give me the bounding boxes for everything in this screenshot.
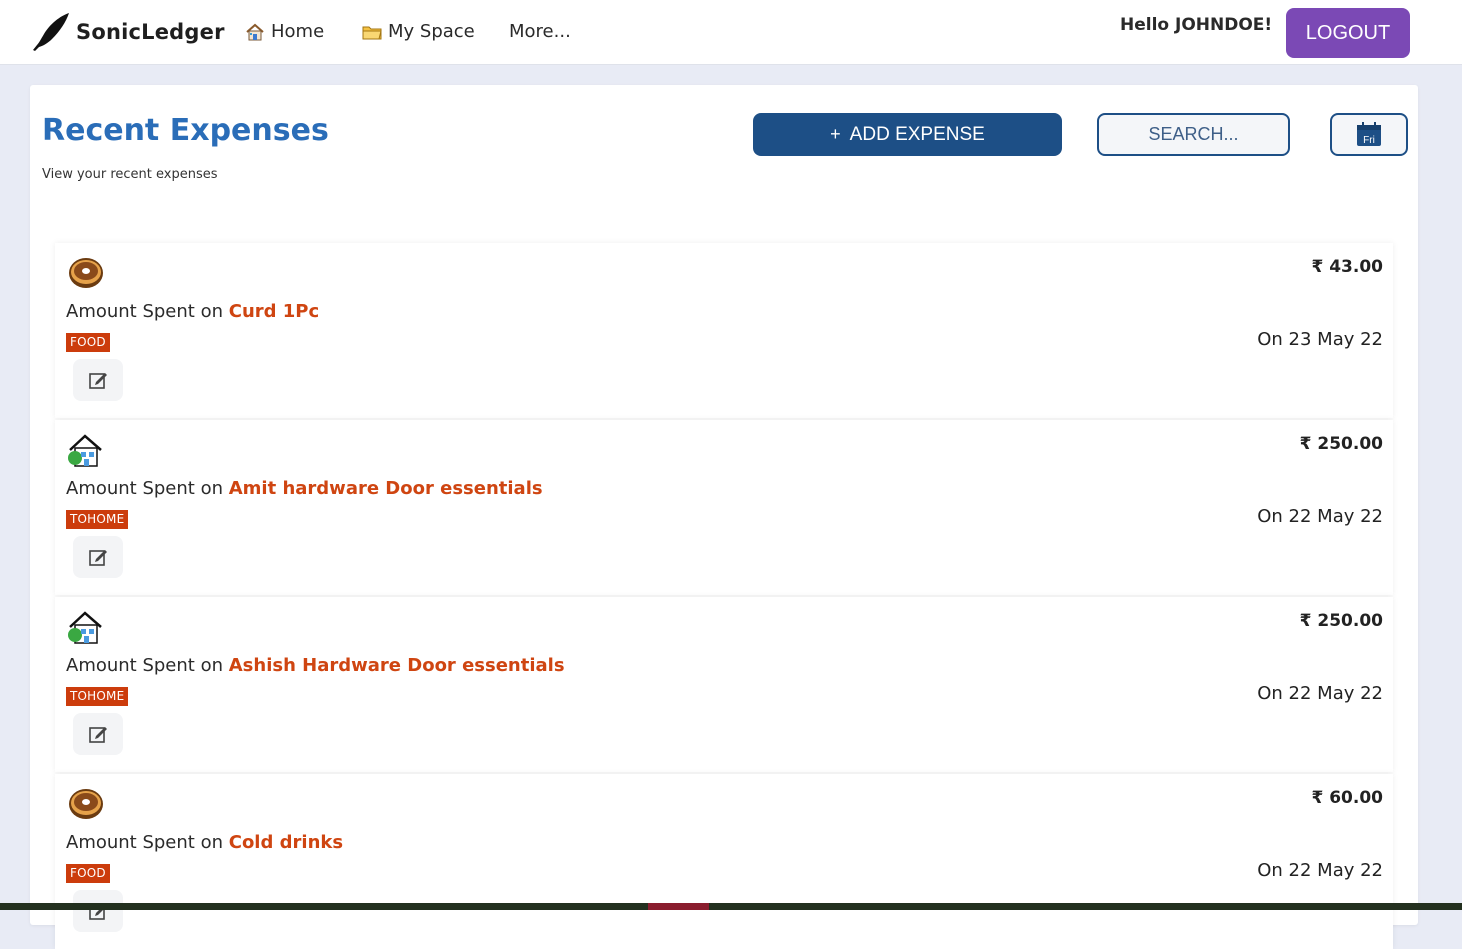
- logout-button[interactable]: LOGOUT: [1286, 8, 1410, 58]
- expense-row: Amount Spent on Ashish Hardware Door ess…: [55, 597, 1393, 772]
- folder-icon: [362, 26, 382, 39]
- category-badge: FOOD: [66, 864, 110, 883]
- app-name: SonicLedger: [76, 20, 225, 44]
- background-accent: [648, 903, 709, 910]
- donut-icon: [69, 258, 103, 288]
- expense-row: Amount Spent on Curd 1Pc FOOD ₹ 43.00 On…: [55, 243, 1393, 418]
- calendar-button[interactable]: Fri: [1330, 113, 1408, 156]
- category-badge: FOOD: [66, 333, 110, 352]
- expense-title[interactable]: Cold drinks: [229, 832, 343, 853]
- edit-button[interactable]: [73, 359, 123, 401]
- page-title: Recent Expenses: [42, 113, 329, 148]
- expense-date: On 22 May 22: [1257, 506, 1383, 527]
- expense-date: On 23 May 22: [1257, 329, 1383, 350]
- expense-prefix: Amount Spent on: [66, 655, 223, 676]
- expense-row: Amount Spent on Amit hardware Door essen…: [55, 420, 1393, 595]
- top-navbar: SonicLedger Home My Space More... Hello …: [0, 0, 1462, 65]
- expense-row: Amount Spent on Cold drinks FOOD ₹ 60.00…: [55, 774, 1393, 949]
- expense-date: On 22 May 22: [1257, 683, 1383, 704]
- brand[interactable]: SonicLedger: [30, 12, 225, 52]
- category-badge: TOHOME: [66, 510, 129, 529]
- expense-title[interactable]: Curd 1Pc: [229, 301, 319, 322]
- expense-prefix: Amount Spent on: [66, 478, 223, 499]
- expenses-card: Recent Expenses View your recent expense…: [30, 85, 1418, 949]
- edit-icon: [89, 727, 107, 743]
- expense-title[interactable]: Amit hardware Door essentials: [229, 478, 543, 499]
- house-icon: [68, 434, 102, 467]
- expense-amount: ₹ 60.00: [1311, 788, 1383, 808]
- calendar-day: Fri: [1363, 135, 1375, 146]
- expense-description: Amount Spent on Ashish Hardware Door ess…: [66, 655, 565, 676]
- add-expense-label: ADD EXPENSE: [849, 123, 985, 145]
- user-greeting: Hello JOHNDOE!: [1120, 15, 1273, 35]
- expense-description: Amount Spent on Amit hardware Door essen…: [66, 478, 543, 499]
- expense-prefix: Amount Spent on: [66, 832, 223, 853]
- nav-my-space[interactable]: My Space: [362, 21, 475, 42]
- nav-my-space-label: My Space: [388, 21, 475, 42]
- nav-home-label: Home: [271, 21, 325, 42]
- background-strip: [0, 903, 1462, 910]
- expense-amount: ₹ 250.00: [1299, 434, 1383, 454]
- expense-amount: ₹ 43.00: [1311, 257, 1383, 277]
- edit-icon: [89, 373, 107, 389]
- donut-icon: [69, 789, 103, 819]
- nav-more[interactable]: More...: [509, 21, 571, 42]
- calendar-icon: Fri: [1357, 121, 1381, 146]
- expense-title[interactable]: Ashish Hardware Door essentials: [229, 655, 565, 676]
- nav-more-label: More...: [509, 21, 571, 42]
- expense-amount: ₹ 250.00: [1299, 611, 1383, 631]
- plus-icon: +: [830, 124, 841, 144]
- search-button[interactable]: SEARCH...: [1097, 113, 1290, 156]
- expense-prefix: Amount Spent on: [66, 301, 223, 322]
- page-subtitle: View your recent expenses: [42, 167, 218, 182]
- add-expense-button[interactable]: + ADD EXPENSE: [753, 113, 1062, 156]
- feather-logo-icon: [33, 13, 69, 51]
- expense-description: Amount Spent on Curd 1Pc: [66, 301, 319, 322]
- edit-icon: [89, 550, 107, 566]
- expense-date: On 22 May 22: [1257, 860, 1383, 881]
- expense-description: Amount Spent on Cold drinks: [66, 832, 343, 853]
- edit-button[interactable]: [73, 890, 123, 932]
- category-badge: TOHOME: [66, 687, 129, 706]
- nav-home[interactable]: Home: [245, 21, 324, 42]
- home-icon: [246, 23, 264, 40]
- house-icon: [68, 611, 102, 644]
- edit-button[interactable]: [73, 713, 123, 755]
- edit-button[interactable]: [73, 536, 123, 578]
